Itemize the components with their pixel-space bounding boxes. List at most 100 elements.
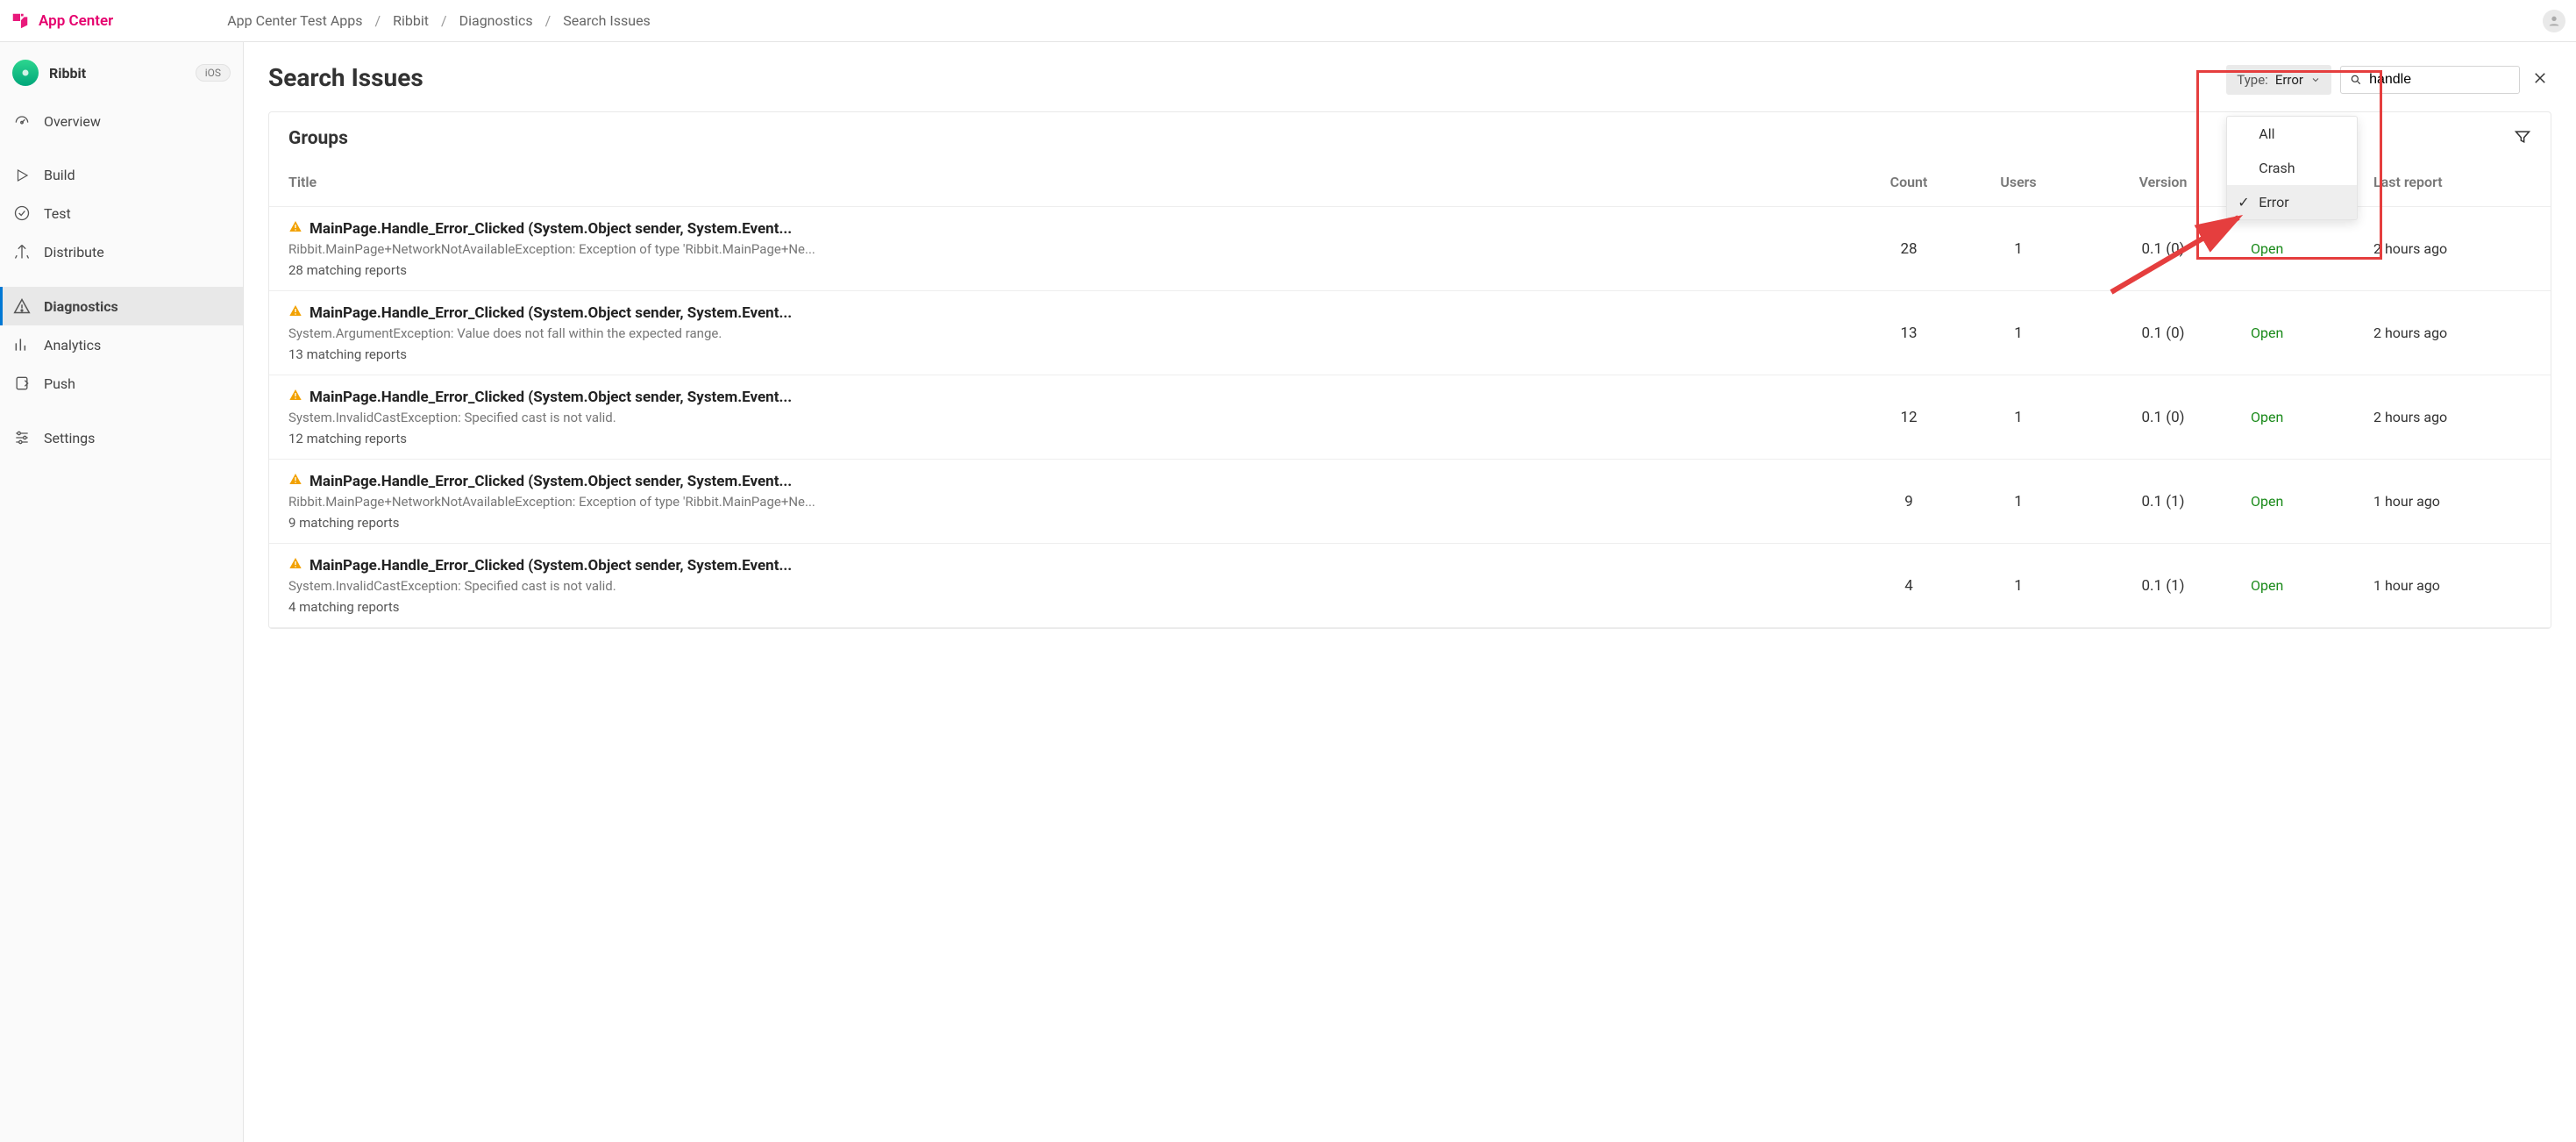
sidebar-item-label: Test [44,205,71,222]
appcenter-logo-icon [11,11,30,31]
table-row[interactable]: MainPage.Handle_Error_Clicked (System.Ob… [269,375,2551,460]
breadcrumb: App Center Test Apps / Ribbit / Diagnost… [227,12,651,29]
type-value: Error [2275,72,2303,88]
platform-badge: iOS [196,64,231,82]
sidebar-item-push[interactable]: Push [0,364,243,403]
breadcrumb-item[interactable]: Ribbit [393,12,429,29]
issue-last-report: 2 hours ago [2373,240,2531,257]
avatar[interactable] [2543,10,2565,32]
app-icon [12,60,39,86]
search-input[interactable] [2369,72,2510,88]
matching-reports: 13 matching reports [288,346,1856,362]
issue-title: MainPage.Handle_Error_Clicked (System.Ob… [310,389,792,406]
sidebar-item-diagnostics[interactable]: Diagnostics [0,287,243,325]
type-option-crash[interactable]: Crash [2227,151,2357,185]
push-icon [12,375,32,392]
matching-reports: 28 matching reports [288,262,1856,278]
issue-status: Open [2251,240,2373,257]
issue-subtitle: System.InvalidCastException: Specified c… [288,578,1856,594]
issue-title: MainPage.Handle_Error_Clicked (System.Ob… [310,220,792,238]
person-icon [2547,14,2561,28]
issue-version: 0.1 (1) [2075,493,2251,510]
issue-version: 0.1 (0) [2075,409,2251,426]
issue-status: Open [2251,493,2373,510]
sidebar-item-label: Distribute [44,244,104,261]
issue-status: Open [2251,325,2373,341]
sidebar-item-label: Diagnostics [44,298,118,315]
sidebar-item-analytics[interactable]: Analytics [0,325,243,364]
groups-panel: Groups Title Count Users Version Status … [268,111,2551,629]
issue-last-report: 2 hours ago [2373,409,2531,425]
matching-reports: 4 matching reports [288,599,1856,615]
sidebar-item-label: Push [44,375,75,392]
table-row[interactable]: MainPage.Handle_Error_Clicked (System.Ob… [269,460,2551,544]
sidebar: Ribbit iOS Overview Build Test Distribut… [0,42,244,1142]
main: Search Issues Type: Error All Crash Erro… [244,42,2576,1142]
issue-version: 0.1 (0) [2075,325,2251,342]
chevron-down-icon [2310,75,2321,85]
page-title: Search Issues [268,63,2551,92]
issue-count: 28 [1856,240,1961,258]
table-row[interactable]: MainPage.Handle_Error_Clicked (System.Ob… [269,207,2551,291]
issue-users: 1 [1961,325,2075,342]
search-bar: Type: Error All Crash Error [2226,65,2551,95]
issue-status: Open [2251,409,2373,425]
issue-title: MainPage.Handle_Error_Clicked (System.Ob… [310,473,792,490]
ribbit-icon [19,67,32,79]
sidebar-item-test[interactable]: Test [0,194,243,232]
search-box[interactable] [2340,66,2520,94]
type-dropdown-menu: All Crash Error [2226,116,2358,220]
col-count: Count [1856,174,1961,190]
type-label: Type: [2237,72,2268,88]
matching-reports: 12 matching reports [288,431,1856,446]
sidebar-item-settings[interactable]: Settings [0,418,243,457]
groups-title: Groups [288,128,348,149]
brand-label: App Center [39,12,113,30]
table-row[interactable]: MainPage.Handle_Error_Clicked (System.Ob… [269,291,2551,375]
brand[interactable]: App Center [11,11,113,31]
issue-count: 12 [1856,409,1961,426]
issue-title: MainPage.Handle_Error_Clicked (System.Ob… [310,557,792,575]
type-option-all[interactable]: All [2227,117,2357,151]
sidebar-item-label: Overview [44,113,101,130]
type-option-error[interactable]: Error [2227,185,2357,219]
app-selector[interactable]: Ribbit iOS [0,49,243,98]
issue-last-report: 2 hours ago [2373,325,2531,341]
sidebar-item-label: Settings [44,430,95,446]
sidebar-item-build[interactable]: Build [0,156,243,194]
topbar: App Center App Center Test Apps / Ribbit… [0,0,2576,42]
app-name: Ribbit [49,65,185,82]
filter-button[interactable] [2514,128,2531,149]
warning-icon [288,388,302,406]
issue-subtitle: System.ArgumentException: Value does not… [288,325,1856,341]
issue-users: 1 [1961,409,2075,426]
breadcrumb-item[interactable]: Diagnostics [459,12,533,29]
search-icon [2350,73,2362,87]
close-search-button[interactable] [2529,67,2551,94]
filter-icon [2514,128,2531,146]
type-filter-dropdown[interactable]: Type: Error [2226,65,2331,95]
close-icon [2532,70,2548,86]
warning-icon [288,556,302,575]
check-circle-icon [12,204,32,222]
issue-subtitle: System.InvalidCastException: Specified c… [288,410,1856,425]
issue-users: 1 [1961,493,2075,510]
sidebar-item-label: Analytics [44,337,101,353]
issue-count: 9 [1856,493,1961,510]
issue-subtitle: Ribbit.MainPage+NetworkNotAvailableExcep… [288,241,1856,257]
bar-chart-icon [12,336,32,353]
col-last: Last report [2373,174,2531,190]
sidebar-item-overview[interactable]: Overview [0,102,243,140]
sidebar-item-distribute[interactable]: Distribute [0,232,243,271]
col-users: Users [1961,174,2075,190]
table-row[interactable]: MainPage.Handle_Error_Clicked (System.Ob… [269,544,2551,628]
issue-last-report: 1 hour ago [2373,493,2531,510]
sidebar-item-label: Build [44,167,75,183]
issue-subtitle: Ribbit.MainPage+NetworkNotAvailableExcep… [288,494,1856,510]
breadcrumb-item[interactable]: App Center Test Apps [227,12,362,29]
warning-icon [288,219,302,238]
sliders-icon [12,429,32,446]
breadcrumb-item[interactable]: Search Issues [563,12,651,29]
col-version: Version [2075,174,2251,190]
warning-icon [288,303,302,322]
